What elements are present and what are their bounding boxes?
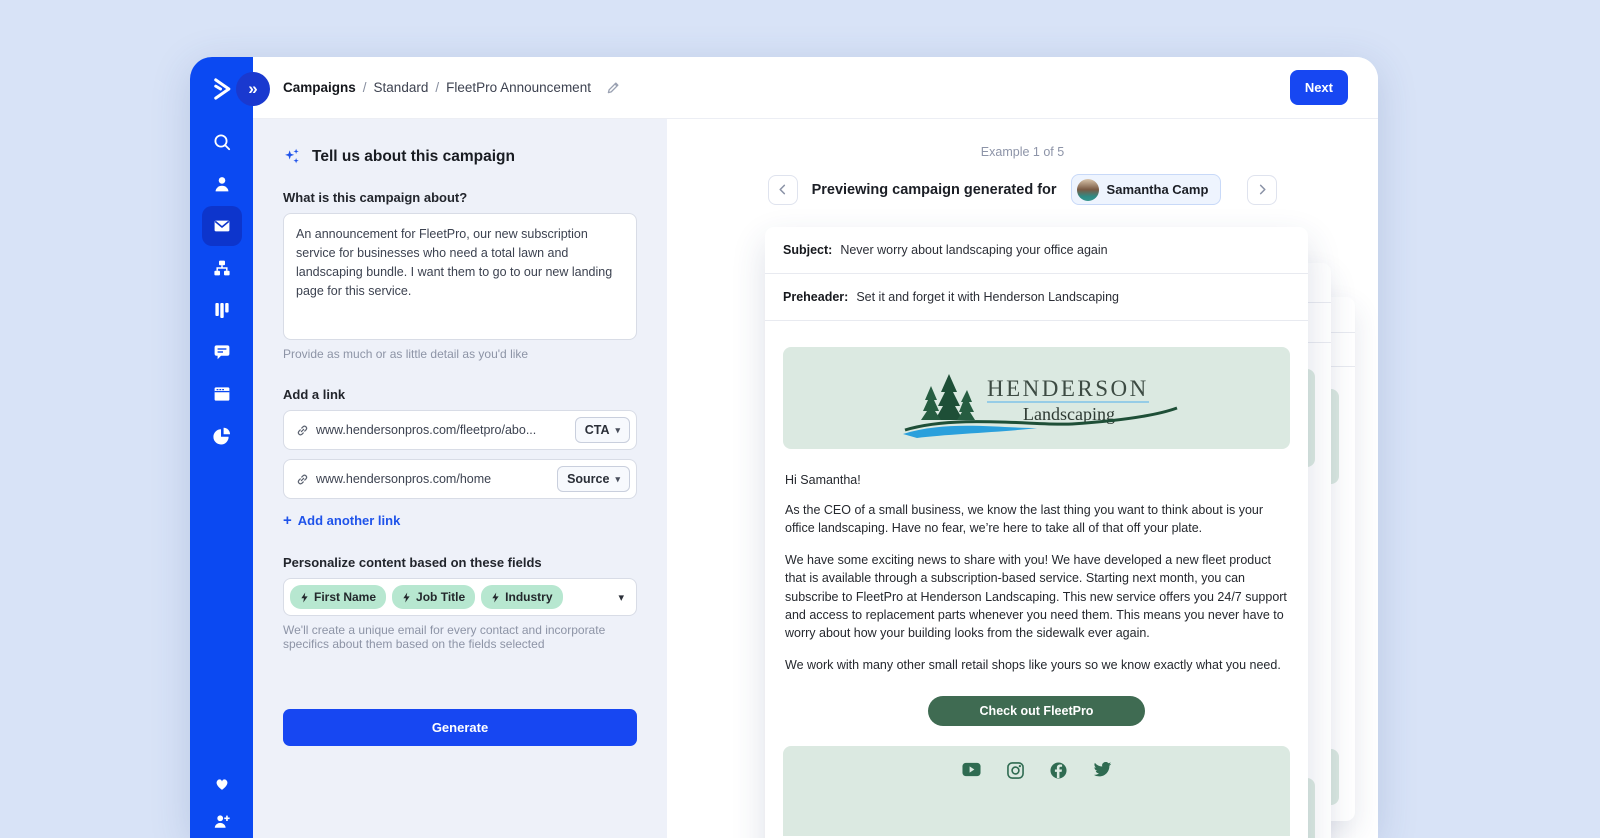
example-counter: Example 1 of 5 — [667, 119, 1378, 159]
top-bar: Campaigns / Standard / FleetPro Announce… — [253, 57, 1378, 119]
link-type-select[interactable]: CTA ▾ — [575, 417, 630, 443]
henderson-landscaping-logo: HENDERSON Landscaping — [887, 356, 1187, 440]
link-url: www.hendersonpros.com/home — [296, 472, 557, 486]
breadcrumb-campaigns[interactable]: Campaigns — [283, 80, 356, 95]
twitter-icon[interactable] — [1093, 762, 1112, 778]
sidebar-item-pipelines[interactable] — [202, 289, 242, 331]
subject-label: Subject: — [783, 243, 832, 257]
person-icon — [212, 174, 232, 194]
double-chevron-icon: » — [248, 80, 257, 97]
pencil-icon — [607, 81, 620, 94]
heart-icon — [213, 775, 231, 792]
chevron-down-icon: ▾ — [615, 425, 620, 436]
link-icon — [296, 473, 309, 486]
breadcrumb-campaign-name: FleetPro Announcement — [446, 80, 591, 95]
preheader-row: Preheader: Set it and forget it with Hen… — [765, 274, 1308, 321]
next-button[interactable]: Next — [1290, 70, 1348, 105]
field-chip-first-name[interactable]: First Name — [290, 585, 386, 609]
chevron-down-icon: ▾ — [615, 474, 620, 485]
sidebar: » — [190, 57, 253, 838]
kanban-icon — [212, 300, 232, 320]
preheader-value: Set it and forget it with Henderson Land… — [856, 290, 1119, 304]
pie-chart-icon — [212, 426, 232, 446]
avatar — [1077, 179, 1099, 201]
breadcrumb-standard[interactable]: Standard — [374, 80, 429, 95]
sparkles-icon — [283, 147, 302, 166]
email-footer — [783, 746, 1290, 836]
sidebar-item-reports[interactable] — [202, 415, 242, 457]
panel-title: Tell us about this campaign — [312, 148, 515, 166]
sidebar-item-conversations[interactable] — [202, 331, 242, 373]
generate-button[interactable]: Generate — [283, 709, 637, 746]
facebook-icon[interactable] — [1050, 762, 1067, 779]
sidebar-expand-button[interactable]: » — [236, 72, 270, 106]
breadcrumb-separator: / — [363, 80, 367, 95]
cta-button[interactable]: Check out FleetPro — [928, 696, 1146, 726]
campaign-form-panel: Tell us about this campaign What is this… — [253, 119, 667, 838]
contact-name: Samantha Camp — [1107, 182, 1209, 197]
edit-name-button[interactable] — [607, 81, 620, 94]
preview-panel: Example 1 of 5 Previewing campaign gener… — [667, 119, 1378, 838]
field-chip-job-title[interactable]: Job Title — [392, 585, 475, 609]
plus-icon: + — [283, 512, 292, 529]
about-label: What is this campaign about? — [283, 190, 637, 205]
subject-row: Subject: Never worry about landscaping y… — [765, 227, 1308, 274]
campaign-about-input[interactable]: An announcement for FleetPro, our new su… — [283, 213, 637, 340]
bolt-icon — [300, 592, 309, 603]
personalize-fields-select[interactable]: First Name Job Title Industry ▾ — [283, 578, 637, 616]
svg-text:HENDERSON: HENDERSON — [987, 376, 1149, 401]
next-example-button[interactable] — [1247, 175, 1277, 205]
chevron-left-icon — [777, 184, 788, 195]
chevron-down-icon[interactable]: ▾ — [618, 591, 624, 604]
envelope-icon — [212, 216, 232, 236]
email-greeting: Hi Samantha! — [785, 473, 1288, 487]
subject-value: Never worry about landscaping your offic… — [840, 243, 1107, 257]
browser-window-icon — [212, 384, 232, 404]
email-preview-card: Subject: Never worry about landscaping y… — [765, 227, 1308, 838]
preview-title: Previewing campaign generated for — [812, 182, 1057, 198]
personalize-helper: We'll create a unique email for every co… — [283, 623, 613, 651]
breadcrumb-separator: / — [435, 80, 439, 95]
previous-example-button[interactable] — [768, 175, 798, 205]
field-chip-industry[interactable]: Industry — [481, 585, 562, 609]
email-paragraph: As the CEO of a small business, we know … — [785, 501, 1288, 537]
instagram-icon[interactable] — [1007, 762, 1024, 779]
add-user-icon — [213, 812, 231, 830]
chevron-right-icon — [1257, 184, 1268, 195]
link-type-select[interactable]: Source ▾ — [557, 466, 630, 492]
app-window: » — [190, 57, 1378, 838]
email-paragraph: We have some exciting news to share with… — [785, 551, 1288, 642]
preheader-label: Preheader: — [783, 290, 848, 304]
email-paragraph: We work with many other small retail sho… — [785, 656, 1288, 674]
link-row[interactable]: www.hendersonpros.com/home Source ▾ — [283, 459, 637, 499]
chat-bubble-icon — [212, 342, 232, 362]
add-another-link-button[interactable]: + Add another link — [283, 512, 637, 529]
sidebar-item-add-user[interactable] — [202, 804, 242, 838]
search-icon — [212, 132, 232, 152]
sidebar-item-search[interactable] — [202, 121, 242, 163]
sitemap-icon — [212, 258, 232, 278]
youtube-icon[interactable] — [962, 762, 981, 777]
about-helper: Provide as much or as little detail as y… — [283, 347, 637, 361]
activecampaign-logo-icon — [209, 77, 235, 101]
personalize-label: Personalize content based on these field… — [283, 555, 637, 570]
sidebar-item-contacts[interactable] — [202, 163, 242, 205]
sidebar-item-automations[interactable] — [202, 247, 242, 289]
links-label: Add a link — [283, 387, 637, 402]
brand-logo-block: HENDERSON Landscaping — [783, 347, 1290, 449]
breadcrumb: Campaigns / Standard / FleetPro Announce… — [283, 80, 620, 95]
sidebar-item-forms[interactable] — [202, 373, 242, 415]
contact-chip[interactable]: Samantha Camp — [1071, 174, 1222, 205]
link-row[interactable]: www.hendersonpros.com/fleetpro/abo... CT… — [283, 410, 637, 450]
link-icon — [296, 424, 309, 437]
sidebar-item-favorites[interactable] — [202, 762, 242, 804]
sidebar-item-campaigns[interactable] — [202, 206, 242, 246]
bolt-icon — [402, 592, 411, 603]
bolt-icon — [491, 592, 500, 603]
link-url: www.hendersonpros.com/fleetpro/abo... — [296, 423, 575, 437]
